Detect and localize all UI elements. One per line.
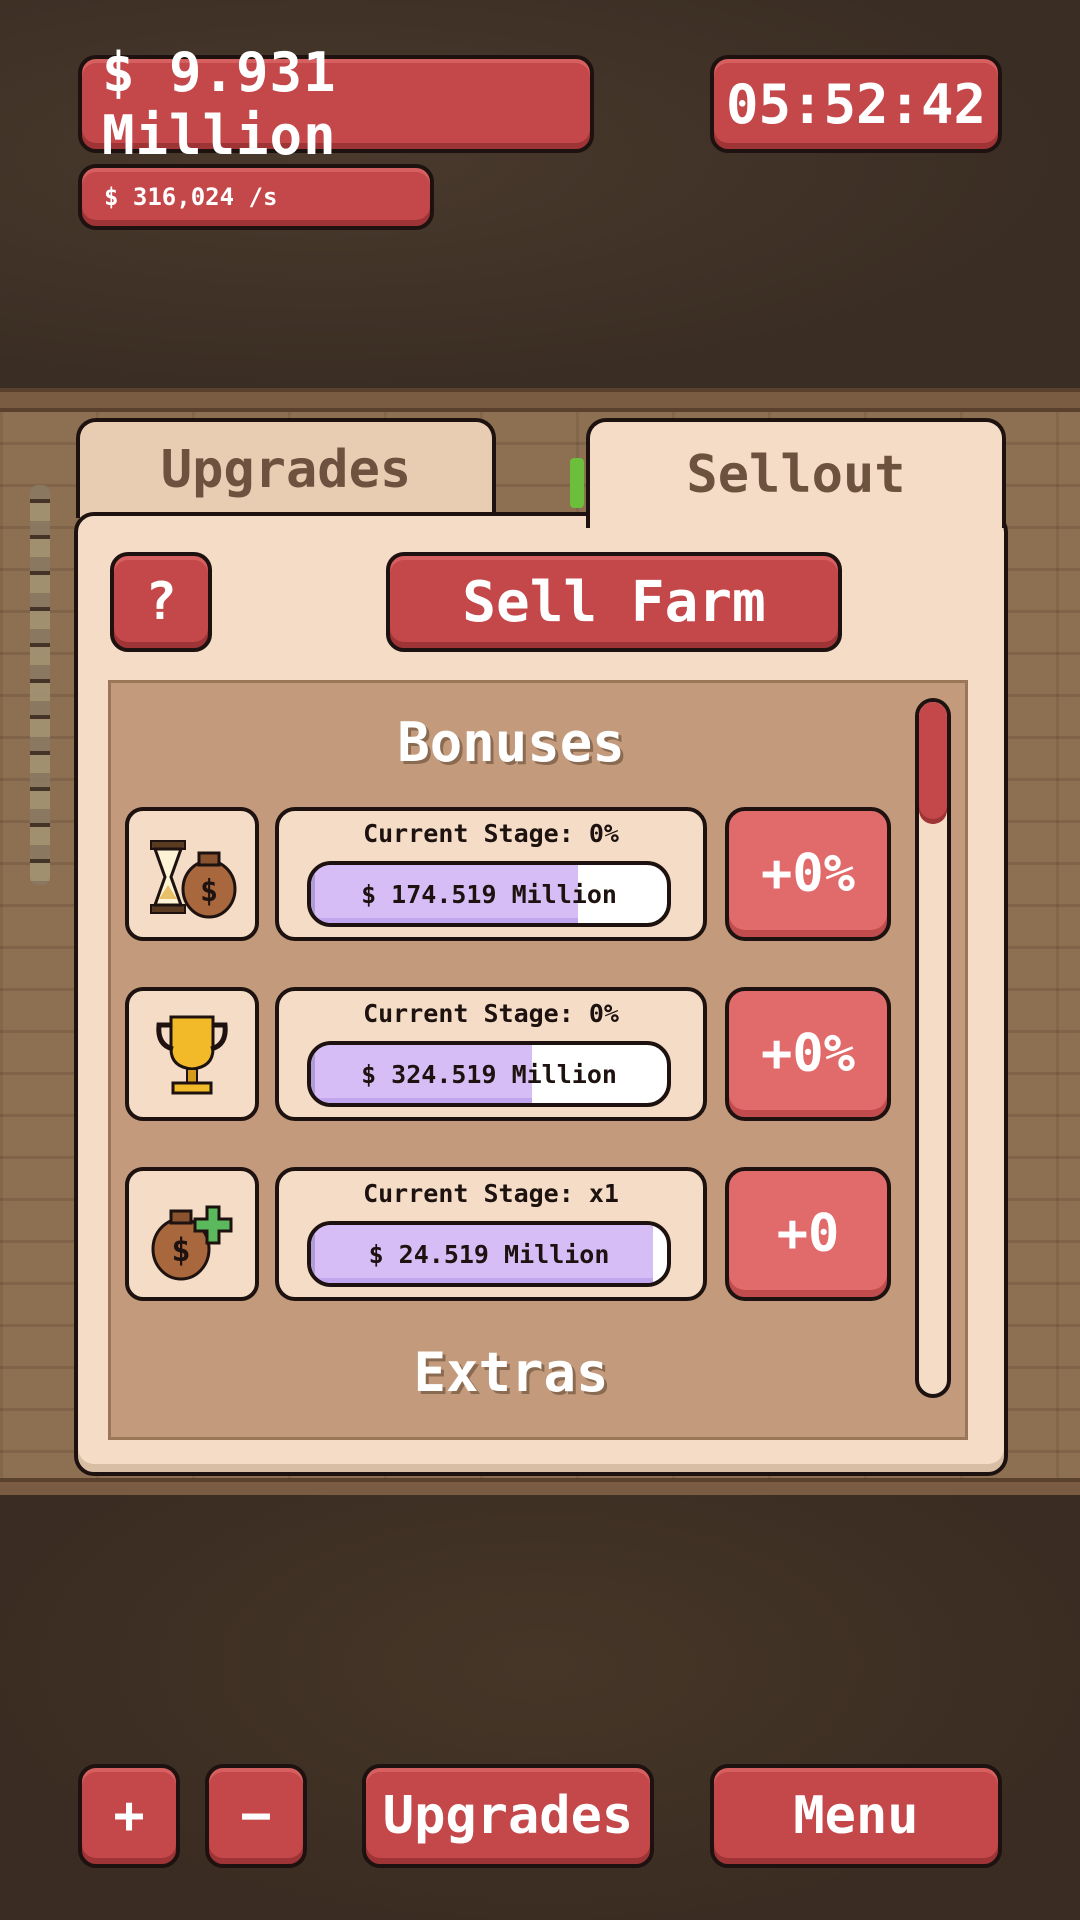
plus-button[interactable]: + [78, 1764, 180, 1868]
bonus-row: Current Stage: 0% $ 324.519 Million +0% [125, 987, 891, 1121]
minus-button[interactable]: − [205, 1764, 307, 1868]
bonuses-title: Bonuses [397, 711, 625, 774]
moneybag-plus-icon: $ [125, 1167, 259, 1301]
hourglass-moneybag-icon: $ [125, 807, 259, 941]
trophy-icon [125, 987, 259, 1121]
money-display: $ 9.931 Million [78, 41, 594, 167]
extras-title: Extras [413, 1341, 609, 1404]
stage-label: Current Stage: x1 [363, 1179, 619, 1208]
cost-progress-bar: $ 324.519 Million [307, 1041, 671, 1107]
scrollbar[interactable] [915, 698, 951, 1398]
bonus-buy-button[interactable]: +0% [725, 987, 891, 1121]
bonus-buy-button[interactable]: +0 [725, 1167, 891, 1301]
stage-panel: Current Stage: 0% $ 174.519 Million [275, 807, 707, 941]
cost-progress-bar: $ 174.519 Million [307, 861, 671, 927]
wall-rim-top [0, 388, 1080, 412]
bonus-buy-button[interactable]: +0% [725, 807, 891, 941]
stage-label: Current Stage: 0% [363, 999, 619, 1028]
svg-text:$: $ [171, 1231, 190, 1269]
cost-label: $ 24.519 Million [368, 1239, 610, 1269]
menu-button[interactable]: Menu [710, 1764, 1002, 1868]
scrollbar-thumb[interactable] [919, 702, 947, 824]
bonuses-scroll-area[interactable]: Bonuses $ Current Stage: 0% $ 174.519 Mi… [108, 680, 968, 1440]
help-button[interactable]: ? [110, 552, 212, 652]
svg-text:$: $ [200, 874, 218, 909]
bonus-row: $ Current Stage: 0% $ 174.519 Million +0… [125, 807, 891, 941]
cost-label: $ 324.519 Million [361, 1059, 617, 1089]
upgrades-button[interactable]: Upgrades [362, 1764, 654, 1868]
chain-decoration [30, 485, 50, 885]
stage-panel: Current Stage: x1 $ 24.519 Million [275, 1167, 707, 1301]
timer-display: 05:52:42 [710, 55, 1002, 153]
sell-farm-button[interactable]: Sell Farm [386, 552, 842, 652]
bonus-row: $ Current Stage: x1 $ 24.519 Million +0 [125, 1167, 891, 1301]
stage-panel: Current Stage: 0% $ 324.519 Million [275, 987, 707, 1121]
tab-upgrades[interactable]: Upgrades [76, 418, 496, 518]
cost-label: $ 174.519 Million [361, 879, 617, 909]
vine-decoration [570, 458, 584, 508]
stage-label: Current Stage: 0% [363, 819, 619, 848]
income-rate-display: $ 316,024 /s [78, 164, 434, 230]
cost-progress-bar: $ 24.519 Million [307, 1221, 671, 1287]
tab-sellout[interactable]: Sellout [586, 418, 1006, 528]
